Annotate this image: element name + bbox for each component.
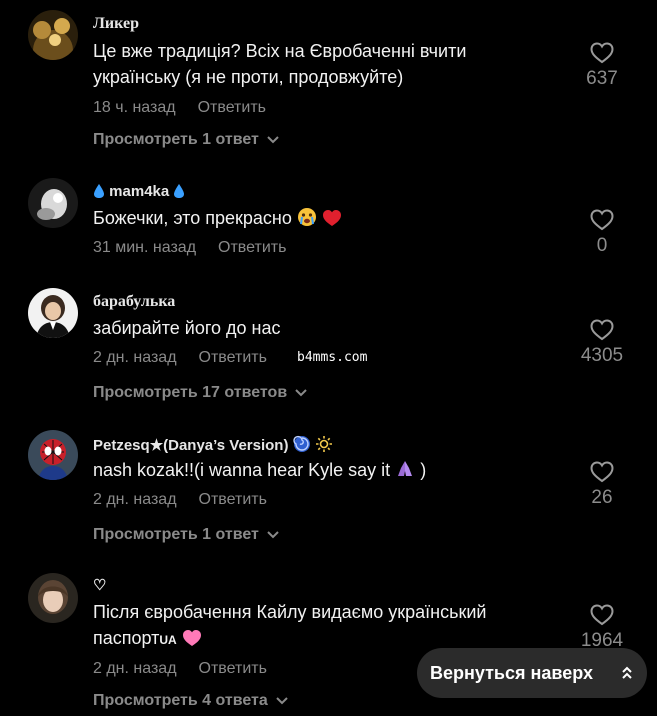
avatar[interactable]: [28, 430, 78, 480]
view-replies-button[interactable]: Просмотреть 1 ответ: [93, 526, 279, 544]
avatar[interactable]: [28, 178, 78, 228]
username-label: mam4ka: [109, 183, 170, 200]
comment-text-part: паспорт: [93, 628, 160, 648]
comment-text: Божечки, это прекрасно: [93, 205, 563, 231]
comment-username[interactable]: mam4ka: [93, 183, 185, 200]
like-count: 4305: [580, 345, 624, 366]
comment-text: nash kozak!!(i wanna hear Kyle say it ): [93, 457, 563, 483]
heart-outline-icon: [590, 604, 614, 626]
watermark: b4mms.com: [297, 350, 368, 365]
like-button[interactable]: 26: [560, 461, 644, 509]
comment-text-line: українську (я не проти, продовжуйте): [93, 67, 404, 87]
avatar[interactable]: [28, 10, 78, 60]
chevron-down-icon: [267, 136, 279, 144]
view-replies-label: Просмотреть 1 ответ: [93, 526, 259, 543]
like-button[interactable]: 4305: [560, 319, 644, 367]
chevron-down-icon: [267, 531, 279, 539]
view-replies-label: Просмотреть 1 ответ: [93, 131, 259, 148]
avatar[interactable]: [28, 288, 78, 338]
comment-time: 2 дн. назад: [93, 660, 177, 677]
comment-username[interactable]: ♡: [93, 576, 106, 594]
view-replies-button[interactable]: Просмотреть 1 ответ: [93, 131, 279, 149]
comment-username[interactable]: Petzesq★(Danya’s Version): [93, 435, 333, 454]
folded-hands-icon: [398, 461, 413, 476]
comment-time: 2 дн. назад: [93, 491, 177, 508]
username-label: Petzesq★(Danya’s Version): [93, 437, 289, 454]
comment-meta: 18 ч. назад Ответить: [93, 99, 266, 117]
chevron-down-icon: [295, 389, 307, 397]
comment-text: забирайте його до нас: [93, 318, 281, 338]
heart-outline-icon: [590, 42, 614, 64]
reply-button[interactable]: Ответить: [198, 99, 266, 116]
like-button[interactable]: 1964: [560, 604, 644, 652]
droplet-icon: [174, 184, 185, 198]
like-button[interactable]: 0: [560, 209, 644, 257]
comment-text: Після євробачення Кайлу видаємо українсь…: [93, 599, 563, 653]
comment-meta: 2 дн. назад Ответить: [93, 660, 267, 678]
view-replies-button[interactable]: Просмотреть 4 ответа: [93, 692, 288, 710]
comment-meta: 31 мин. назад Ответить: [93, 239, 286, 257]
like-count: 26: [591, 487, 613, 508]
comment-meta: 2 дн. назад Ответить: [93, 491, 267, 509]
comment-text-line: Після євробачення Кайлу видаємо українсь…: [93, 602, 487, 622]
double-chevron-up-icon: [622, 666, 632, 679]
reply-button[interactable]: Ответить: [218, 239, 286, 256]
comment-text-line: Це вже традиція? Всіх на Євробаченні вчи…: [93, 41, 467, 61]
comment-username[interactable]: Ликер: [93, 15, 139, 33]
chevron-down-icon: [276, 697, 288, 705]
comment-time: 18 ч. назад: [93, 99, 176, 116]
view-replies-label: Просмотреть 17 ответов: [93, 384, 288, 401]
reply-button[interactable]: Ответить: [199, 349, 267, 366]
droplet-icon: [94, 184, 104, 198]
heart-outline-icon: [590, 209, 614, 231]
reply-button[interactable]: Ответить: [199, 660, 267, 677]
avatar[interactable]: [28, 573, 78, 623]
pink-heart-icon: [182, 630, 201, 646]
reply-button[interactable]: Ответить: [199, 491, 267, 508]
comment-text: Це вже традиція? Всіх на Євробаченні вчи…: [93, 38, 563, 90]
like-count: 0: [596, 235, 608, 256]
comment-time: 2 дн. назад: [93, 349, 177, 366]
heart-outline-icon: [590, 461, 614, 483]
comment-text-line: Божечки, это прекрасно: [93, 208, 292, 228]
comment-text-line: ): [420, 460, 427, 480]
comment-time: 31 мин. назад: [93, 239, 197, 256]
back-to-top-label: Вернуться наверх: [430, 663, 593, 683]
heart-outline-icon: [590, 319, 614, 341]
like-count: 637: [586, 68, 618, 89]
like-button[interactable]: 637: [560, 42, 644, 90]
red-heart-icon: [322, 210, 341, 226]
comment-username[interactable]: барабулька: [93, 293, 175, 311]
crying-face-icon: [297, 208, 316, 226]
view-replies-label: Просмотреть 4 ответа: [93, 692, 268, 709]
comment-text-line: nash kozak!!(i wanna hear Kyle say it: [93, 460, 391, 480]
ua-flag-letters: UA: [159, 633, 177, 647]
sun-icon: [315, 436, 332, 452]
view-replies-button[interactable]: Просмотреть 17 ответов: [93, 384, 307, 402]
back-to-top-button[interactable]: Вернуться наверх: [417, 648, 647, 698]
comment-meta: 2 дн. назад Ответить: [93, 349, 267, 367]
cyclone-icon: [293, 435, 310, 452]
